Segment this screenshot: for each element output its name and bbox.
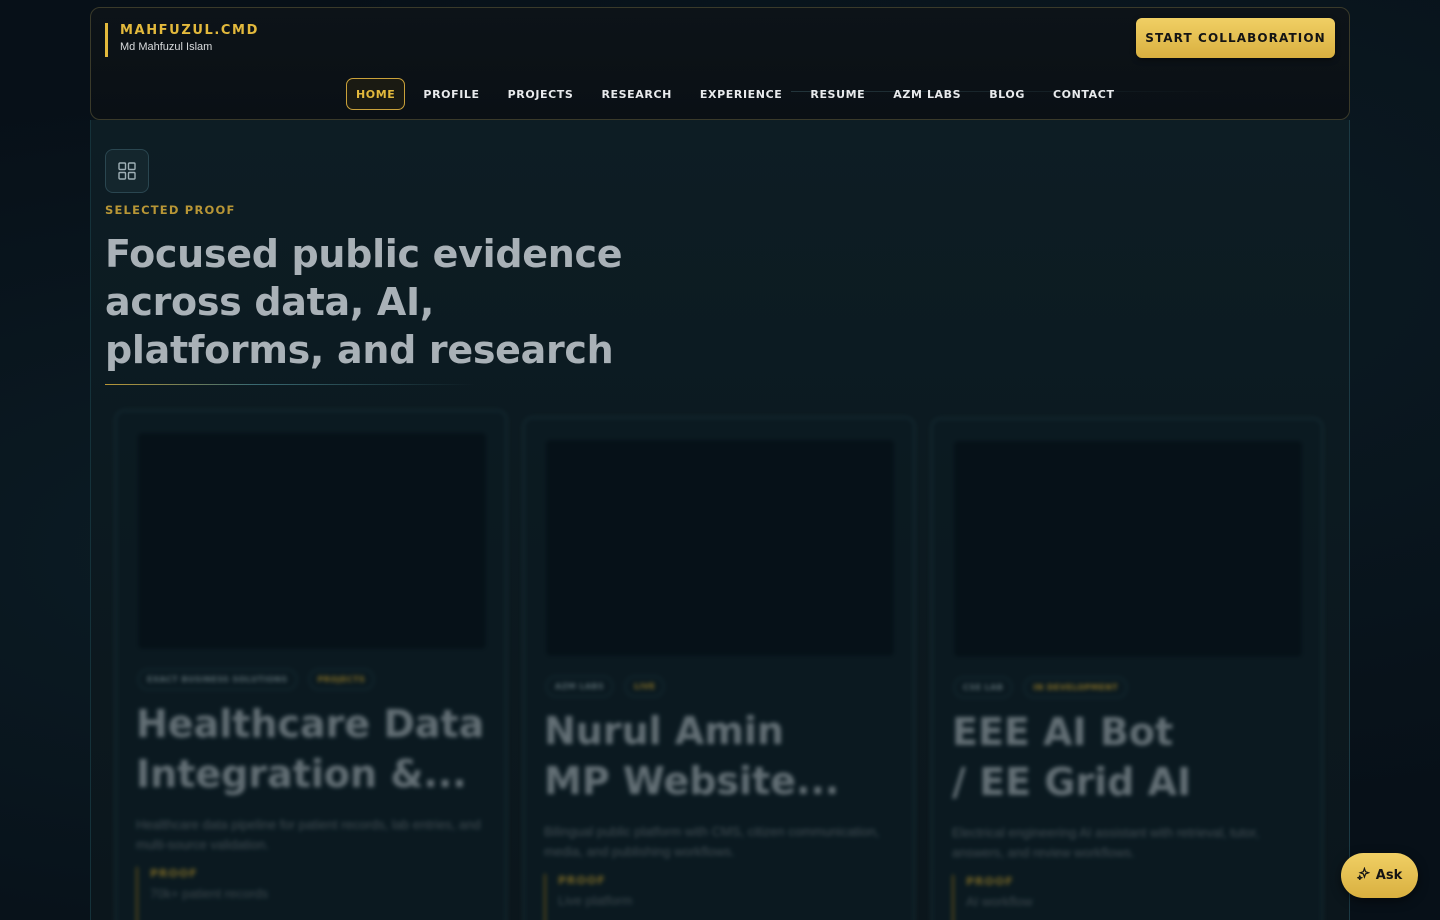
project-card-description: Healthcare data pipeline for patient rec… [136,817,481,852]
nav-item-experience[interactable]: EXPERIENCE [686,78,796,110]
project-card-proof: PROOF Live platform [544,874,632,920]
headline-rule [105,384,475,385]
title-line: / EE Grid AI [952,760,1192,804]
proof-label: PROOF [558,874,606,887]
project-card-tags: EXACT BUSINESS SOLUTIONS PROJECTS [138,669,375,690]
title-line: EEE AI Bot [952,710,1174,754]
brand-name[interactable]: MAHFUZUL.CMD [120,23,259,39]
nav-item-resume[interactable]: RESUME [796,78,879,110]
proof-value: AI workflow [966,894,1033,909]
proof-label: PROOF [150,867,198,880]
ask-label: Ask [1375,868,1403,883]
tag: AZM LABS [546,676,614,697]
section-eyebrow: SELECTED PROOF [105,203,236,217]
section-headline: Focused public evidence across data, AI,… [105,230,665,374]
proof-value: Live platform [558,893,633,908]
nav-item-profile[interactable]: PROFILE [409,78,493,110]
project-card-title[interactable]: EEE AI Bot / EE Grid AI [952,707,1312,807]
tag: PROJECTS [308,669,375,690]
project-card[interactable]: AZM LABS LIVE Nurul Amin MP Website... B… [523,417,915,920]
tag: LIVE [625,676,665,697]
tag: EXACT BUSINESS SOLUTIONS [138,669,297,690]
nav-item-blog[interactable]: BLOG [975,78,1039,110]
nav-item-research[interactable]: RESEARCH [587,78,685,110]
headline-line: platforms, and research [105,328,614,372]
title-line: Healthcare Data [136,702,485,746]
main-nav: HOME PROFILE PROJECTS RESEARCH EXPERIENC… [346,78,1129,110]
project-card-proof: PROOF AI workflow [952,875,1032,920]
tag: IN DEVELOPMENT [1024,677,1128,698]
title-line: Nurul Amin [544,709,784,753]
project-card-description: Electrical engineering AI assistant with… [952,825,1260,860]
sparkle-icon [1356,866,1371,884]
brand-subtitle: Md Mahfuzul Islam [120,41,213,53]
project-card-image [138,433,486,649]
headline-line: across data, AI, [105,280,434,324]
project-card-tags: AZM LABS LIVE [546,676,665,697]
project-card-title[interactable]: Healthcare Data Integration &... [136,699,496,799]
nav-item-azm-labs[interactable]: AZM LABS [879,78,975,110]
ask-button[interactable]: Ask [1341,853,1418,898]
start-collaboration-button[interactable]: START COLLABORATION [1136,18,1335,58]
project-card-image [546,440,894,656]
project-card[interactable]: CSE LAB IN DEVELOPMENT EEE AI Bot / EE G… [931,418,1323,920]
site-header: MAHFUZUL.CMD Md Mahfuzul Islam START COL… [90,7,1350,120]
proof-label: PROOF [966,875,1014,888]
headline-line: Focused public evidence [105,232,623,276]
nav-item-contact[interactable]: CONTACT [1039,78,1129,110]
selected-proof-section: SELECTED PROOF Focused public evidence a… [90,120,1350,920]
grid-icon [105,149,149,193]
nav-item-projects[interactable]: PROJECTS [494,78,588,110]
project-card-proof: PROOF 70k+ patient records [136,867,268,920]
brand[interactable]: MAHFUZUL.CMD Md Mahfuzul Islam [105,23,259,57]
project-card-title[interactable]: Nurul Amin MP Website... [544,706,904,806]
project-card-description: Bilingual public platform with CMS, citi… [544,824,880,859]
proof-value: 70k+ patient records [150,886,269,901]
nav-item-home[interactable]: HOME [346,78,406,110]
project-card-tags: CSE LAB IN DEVELOPMENT [954,677,1128,698]
tag: CSE LAB [954,677,1013,698]
project-card[interactable]: EXACT BUSINESS SOLUTIONS PROJECTS Health… [115,410,507,920]
project-card-image [954,441,1302,657]
title-line: Integration &... [136,752,467,796]
title-line: MP Website... [544,759,840,803]
